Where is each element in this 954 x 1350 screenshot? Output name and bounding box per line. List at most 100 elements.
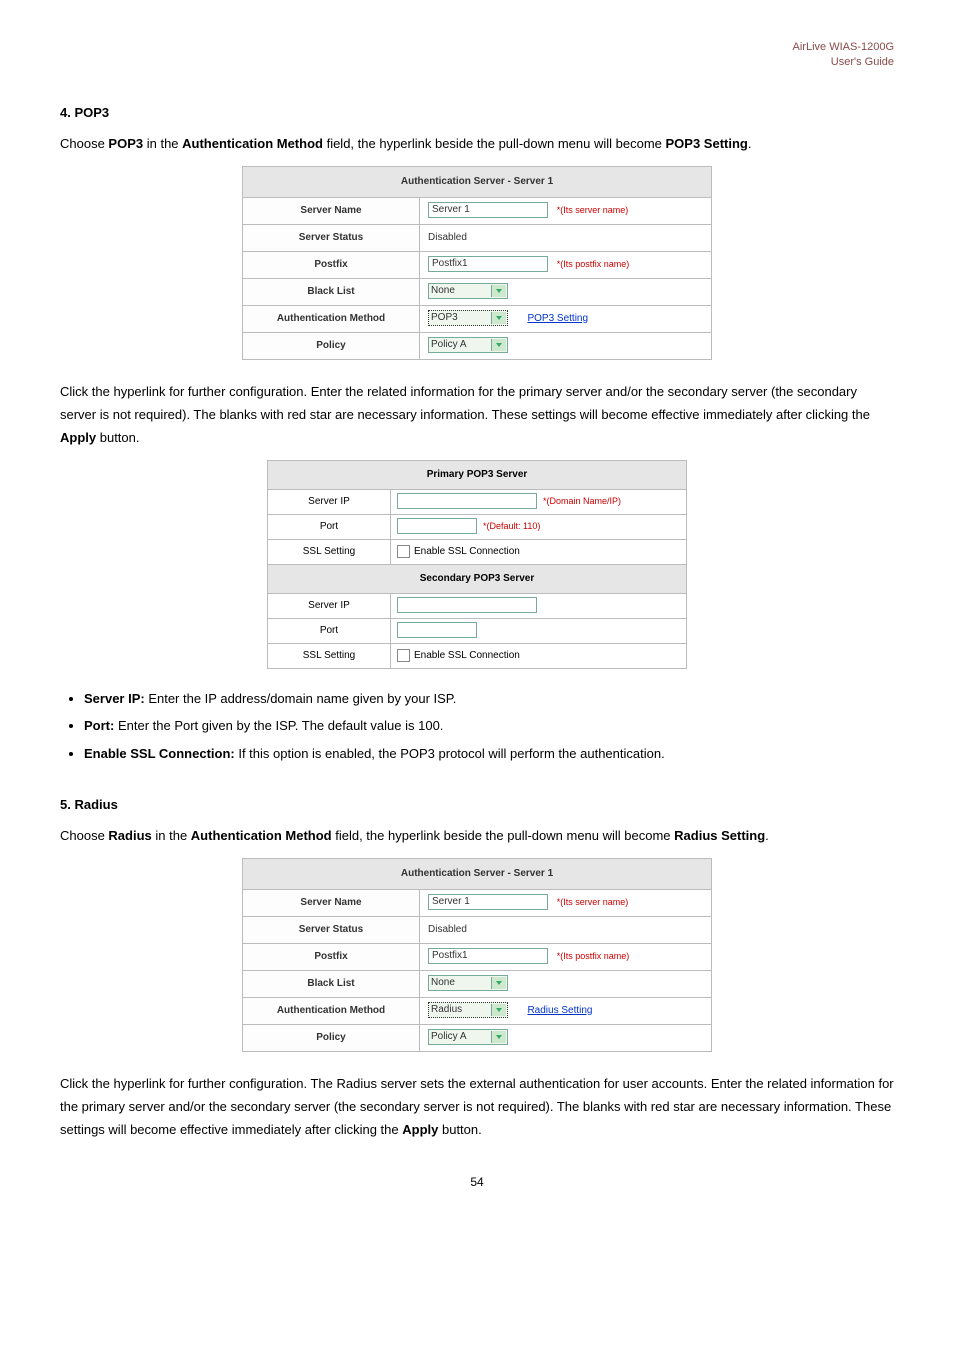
- auth-method-dropdown[interactable]: Radius: [428, 1002, 508, 1018]
- secondary-ssl-checkbox[interactable]: [397, 649, 410, 662]
- postfix-input[interactable]: Postfix1: [428, 256, 548, 272]
- dropdown-value: None: [431, 974, 455, 992]
- section-radius-num: 5. Radius: [60, 797, 118, 812]
- auth-server-table-pop3: Authentication Server - Server 1 Server …: [242, 166, 712, 360]
- text: in the: [152, 828, 191, 843]
- row-label: Black List: [243, 970, 420, 997]
- chevron-down-icon: [491, 1031, 506, 1043]
- table-title: Primary POP3 Server: [268, 460, 687, 489]
- row-cell: *(Default: 110): [391, 514, 687, 539]
- postfix-input[interactable]: Postfix1: [428, 948, 548, 964]
- section-pop3-num: 4. POP3: [60, 105, 109, 120]
- radius-intro: Choose Radius in the Authentication Meth…: [60, 824, 894, 847]
- text: field, the hyperlink beside the pull-dow…: [332, 828, 675, 843]
- bullet-label: Server IP:: [84, 691, 145, 706]
- note: *(Its server name): [557, 205, 629, 215]
- note: *(Domain Name/IP): [543, 496, 621, 506]
- header-line1: AirLive WIAS-1200G: [793, 41, 894, 53]
- row-value-cell: None: [420, 970, 712, 997]
- policy-dropdown[interactable]: Policy A: [428, 337, 508, 353]
- section-pop3-heading: 4. POP3: [60, 101, 894, 124]
- list-item: Enable SSL Connection: If this option is…: [84, 742, 894, 765]
- note: *(Its postfix name): [557, 951, 630, 961]
- pop3-server-table: Primary POP3 Server Server IP *(Domain N…: [267, 460, 687, 669]
- row-value-cell: None: [420, 278, 712, 305]
- row-value-cell: Policy A: [420, 1024, 712, 1051]
- row-label: SSL Setting: [268, 643, 391, 668]
- row-value: Disabled: [420, 916, 712, 943]
- policy-dropdown[interactable]: Policy A: [428, 1029, 508, 1045]
- row-label: Authentication Method: [243, 305, 420, 332]
- row-value-cell: Server 1 *(Its server name): [420, 889, 712, 916]
- dropdown-value: Policy A: [431, 1028, 467, 1046]
- chevron-down-icon: [491, 285, 506, 297]
- row-label: Postfix: [243, 251, 420, 278]
- row-label: Port: [268, 618, 391, 643]
- row-value: Disabled: [420, 224, 712, 251]
- row-label: Server IP: [268, 489, 391, 514]
- server-name-input[interactable]: Server 1: [428, 202, 548, 218]
- section-radius-heading: 5. Radius: [60, 793, 894, 816]
- text: .: [748, 136, 752, 151]
- blacklist-dropdown[interactable]: None: [428, 975, 508, 991]
- list-item: Server IP: Enter the IP address/domain n…: [84, 687, 894, 710]
- row-cell: Enable SSL Connection: [391, 643, 687, 668]
- primary-server-ip-input[interactable]: [397, 493, 537, 509]
- text: .: [765, 828, 769, 843]
- bullet-text: Enter the Port given by the ISP. The def…: [114, 718, 443, 733]
- chevron-down-icon: [491, 312, 506, 324]
- row-cell: [391, 618, 687, 643]
- list-item: Port: Enter the Port given by the ISP. T…: [84, 714, 894, 737]
- text-bold: Radius: [108, 828, 151, 843]
- bullet-text: Enter the IP address/domain name given b…: [145, 691, 457, 706]
- row-value-cell: Postfix1 *(Its postfix name): [420, 251, 712, 278]
- header-line2: User's Guide: [831, 56, 894, 68]
- text-bold: Authentication Method: [191, 828, 332, 843]
- text-bold: POP3: [108, 136, 143, 151]
- row-cell: [391, 593, 687, 618]
- dropdown-value: None: [431, 282, 455, 300]
- row-label: Server Status: [243, 916, 420, 943]
- row-label: SSL Setting: [268, 539, 391, 564]
- bullet-label: Enable SSL Connection:: [84, 746, 235, 761]
- row-value-cell: Policy A: [420, 332, 712, 359]
- radius-setting-link[interactable]: Radius Setting: [527, 1005, 592, 1016]
- primary-ssl-checkbox[interactable]: [397, 545, 410, 558]
- text-bold: POP3 Setting: [666, 136, 748, 151]
- row-label: Black List: [243, 278, 420, 305]
- chevron-down-icon: [491, 1004, 506, 1016]
- row-cell: Enable SSL Connection: [391, 539, 687, 564]
- bullet-label: Port:: [84, 718, 114, 733]
- row-label: Postfix: [243, 943, 420, 970]
- radius-para2: Click the hyperlink for further configur…: [60, 1072, 894, 1142]
- primary-port-input[interactable]: [397, 518, 477, 534]
- bullet-text: If this option is enabled, the POP3 prot…: [235, 746, 665, 761]
- dropdown-value: Policy A: [431, 336, 467, 354]
- pop3-setting-link[interactable]: POP3 Setting: [527, 313, 588, 324]
- text-bold: Apply: [402, 1122, 438, 1137]
- dropdown-value: POP3: [431, 309, 458, 327]
- text: button.: [96, 430, 139, 445]
- row-label: Server Name: [243, 197, 420, 224]
- chevron-down-icon: [491, 339, 506, 351]
- note: *(Its postfix name): [557, 259, 630, 269]
- row-value-cell: Radius Radius Setting: [420, 997, 712, 1024]
- note: *(Default: 110): [483, 521, 540, 531]
- blacklist-dropdown[interactable]: None: [428, 283, 508, 299]
- secondary-port-input[interactable]: [397, 622, 477, 638]
- row-value-cell: Server 1 *(Its server name): [420, 197, 712, 224]
- text-bold: Authentication Method: [182, 136, 323, 151]
- pop3-intro: Choose POP3 in the Authentication Method…: [60, 132, 894, 155]
- secondary-server-ip-input[interactable]: [397, 597, 537, 613]
- chevron-down-icon: [491, 977, 506, 989]
- auth-method-dropdown[interactable]: POP3: [428, 310, 508, 326]
- checkbox-label: Enable SSL Connection: [414, 650, 520, 661]
- text-bold: Apply: [60, 430, 96, 445]
- dropdown-value: Radius: [431, 1001, 462, 1019]
- server-name-input[interactable]: Server 1: [428, 894, 548, 910]
- row-cell: *(Domain Name/IP): [391, 489, 687, 514]
- row-value-cell: POP3 POP3 Setting: [420, 305, 712, 332]
- row-value-cell: Postfix1 *(Its postfix name): [420, 943, 712, 970]
- text: Choose: [60, 828, 108, 843]
- page-number: 54: [60, 1172, 894, 1194]
